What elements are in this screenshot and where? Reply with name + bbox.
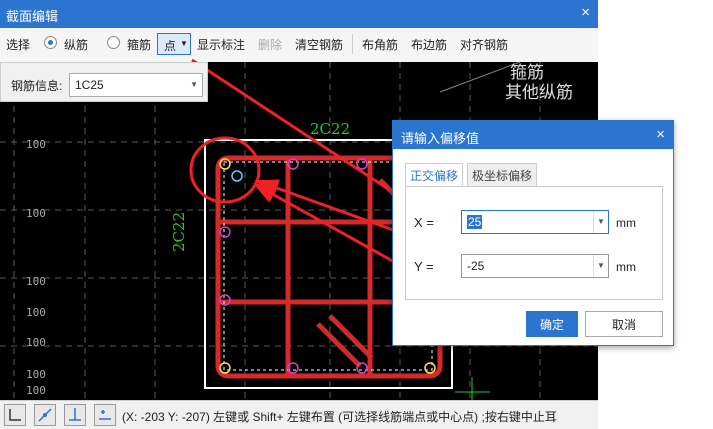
- axis-value: 100: [26, 275, 46, 288]
- chevron-down-icon: ▼: [190, 80, 198, 89]
- y-offset-value: -25: [467, 259, 485, 273]
- close-icon[interactable]: ×: [581, 4, 590, 21]
- y-unit: mm: [616, 260, 636, 274]
- axis-value: 100: [26, 336, 46, 349]
- offset-panel: X = 25 ▼ mm Y = -25 ▼ mm: [405, 186, 663, 300]
- axis-value: 100: [26, 368, 46, 381]
- chevron-down-icon[interactable]: ▼: [593, 255, 608, 277]
- radio-stirrup-label[interactable]: 箍筋: [127, 36, 151, 53]
- y-label: Y =: [414, 259, 434, 274]
- window-titlebar: 截面编辑 ×: [0, 0, 598, 28]
- radio-longitudinal-label[interactable]: 纵筋: [64, 36, 88, 53]
- axis-value: 100: [26, 306, 46, 319]
- y-offset-field[interactable]: -25 ▼: [461, 254, 609, 278]
- rebar-info-value: 1C25: [75, 78, 104, 92]
- legend-other-longitudinal: 其他纵筋: [505, 83, 573, 103]
- perpendicular-icon[interactable]: [64, 404, 86, 426]
- window-title: 截面编辑: [6, 9, 59, 24]
- left-rebar-label: 2C22: [170, 211, 188, 252]
- status-text: (X: -203 Y: -207) 左键或 Shift+ 左键布置 (可选择线筋…: [122, 410, 557, 424]
- x-offset-field[interactable]: 25 ▼: [461, 210, 609, 234]
- rebar-info-panel: 钢筋信息: 1C25 ▼: [0, 62, 208, 102]
- statusbar: (X: -203 Y: -207) 左键或 Shift+ 左键布置 (可选择线筋…: [0, 400, 598, 429]
- x-unit: mm: [616, 216, 636, 230]
- mode-dropdown[interactable]: 点 ▼: [157, 33, 191, 55]
- axis-value: 100: [26, 207, 46, 220]
- rebar-info-label: 钢筋信息:: [11, 79, 63, 93]
- ortho-icon[interactable]: [4, 404, 26, 426]
- align-rebar-button[interactable]: 对齐钢筋: [460, 36, 508, 53]
- corner-rebar-button[interactable]: 布角筋: [362, 36, 398, 53]
- toolbar: 选择 纵筋 箍筋 点 ▼ 显示标注 删除 清空钢筋 布角筋 布边筋 对齐钢筋: [0, 28, 598, 63]
- axis-value: 100: [26, 384, 46, 397]
- toolbar-divider: [352, 34, 353, 54]
- x-offset-value: 25: [467, 215, 483, 229]
- chevron-down-icon: ▼: [180, 39, 188, 48]
- radio-stirrup[interactable]: [107, 36, 120, 49]
- select-button[interactable]: 选择: [6, 36, 30, 53]
- x-label: X =: [414, 215, 434, 230]
- cancel-button[interactable]: 取消: [585, 311, 663, 337]
- offset-icon[interactable]: [94, 404, 116, 426]
- clear-rebar-button[interactable]: 清空钢筋: [295, 36, 343, 53]
- dialog-titlebar: 请输入偏移值 ×: [393, 121, 673, 149]
- tab-polar-offset[interactable]: 极坐标偏移: [467, 163, 537, 187]
- edge-rebar-button[interactable]: 布边筋: [411, 36, 447, 53]
- close-icon[interactable]: ×: [656, 126, 665, 143]
- offset-dialog: 请输入偏移值 × 正交偏移 极坐标偏移 X = 25 ▼ mm Y = -25 …: [392, 120, 674, 346]
- radio-longitudinal[interactable]: [44, 36, 57, 49]
- show-label-button[interactable]: 显示标注: [197, 36, 245, 53]
- mode-label: 点: [164, 39, 177, 53]
- axis-value: 100: [26, 138, 46, 151]
- rebar-info-select[interactable]: 1C25 ▼: [69, 73, 203, 97]
- tab-orthogonal-offset[interactable]: 正交偏移: [405, 163, 463, 187]
- snap-line-icon[interactable]: [34, 404, 56, 426]
- ok-button[interactable]: 确定: [526, 311, 578, 337]
- dialog-title: 请输入偏移值: [401, 131, 480, 146]
- top-rebar-label: 2C22: [310, 120, 351, 138]
- chevron-down-icon[interactable]: ▼: [593, 211, 608, 233]
- delete-button[interactable]: 删除: [258, 36, 282, 53]
